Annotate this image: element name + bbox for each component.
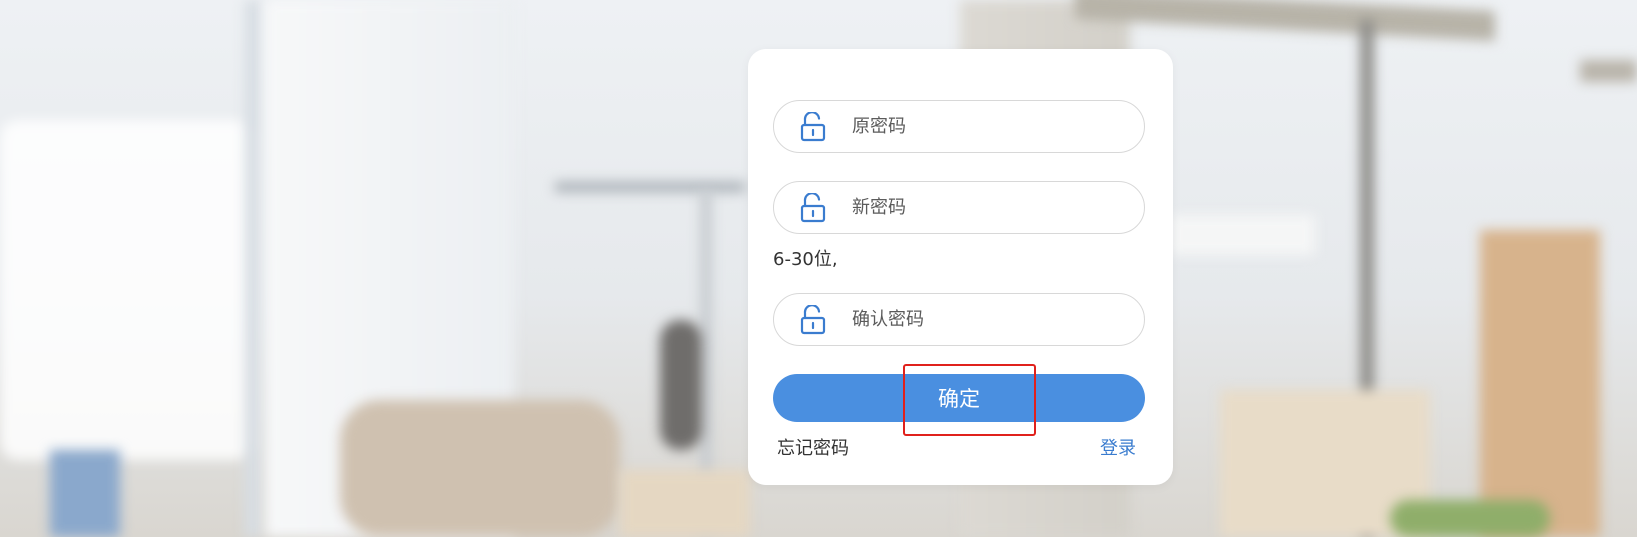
login-link[interactable]: 登录 (1100, 434, 1136, 460)
unlock-icon (798, 111, 828, 142)
password-length-hint: 6-30位, (773, 249, 838, 270)
new-password-input[interactable] (850, 196, 1114, 219)
unlock-icon (798, 192, 828, 223)
old-password-field[interactable] (773, 100, 1145, 153)
unlock-icon (798, 304, 828, 335)
new-password-field[interactable] (773, 181, 1145, 234)
confirm-button[interactable]: 确定 (773, 374, 1145, 422)
confirm-password-input[interactable] (850, 308, 1114, 331)
change-password-card: 6-30位, 确定 忘记密码 登录 (748, 49, 1173, 485)
confirm-password-field[interactable] (773, 293, 1145, 346)
old-password-input[interactable] (850, 115, 1114, 138)
forgot-password-link[interactable]: 忘记密码 (777, 434, 849, 460)
